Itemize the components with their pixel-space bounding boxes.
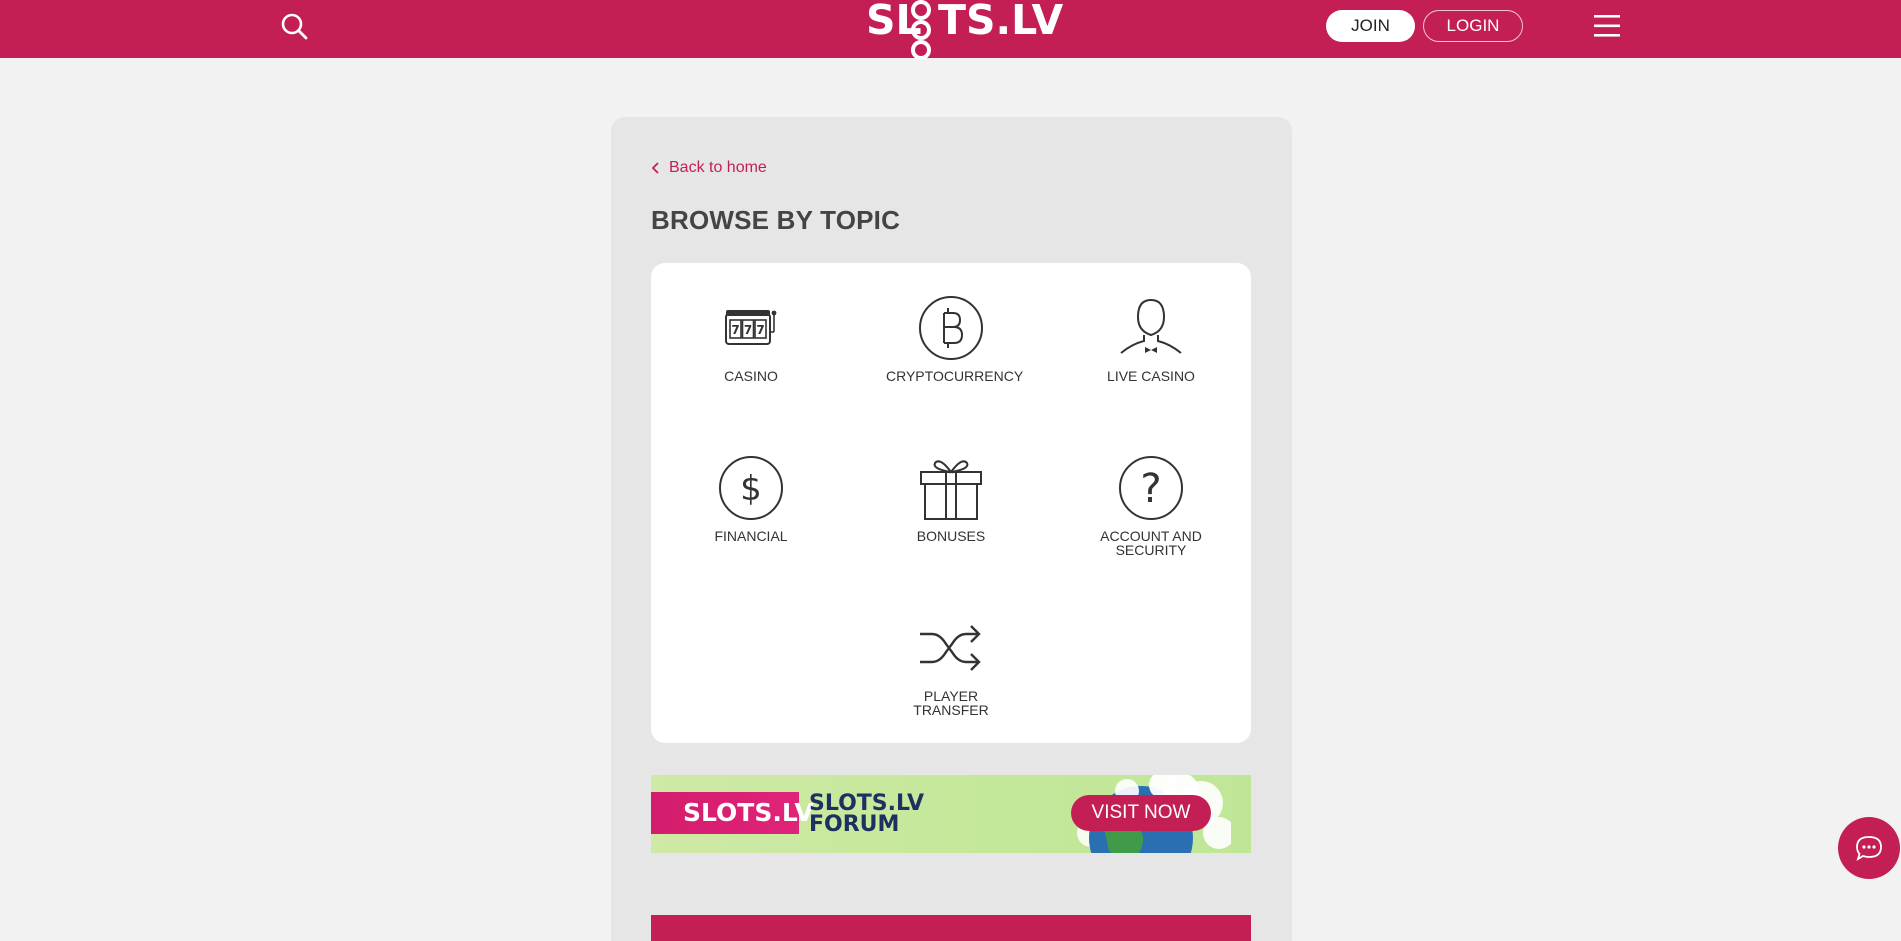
logo-text-right: TS.LV xyxy=(938,0,1064,44)
svg-text:7: 7 xyxy=(744,323,752,337)
topic-player-transfer[interactable]: PLAYER TRANSFER xyxy=(851,583,1051,723)
banner-brand-logo: SLOTS.LV xyxy=(651,792,814,834)
question-icon: ? xyxy=(1119,456,1183,520)
bitcoin-icon xyxy=(919,296,983,360)
menu-button[interactable] xyxy=(1592,12,1622,40)
gift-icon xyxy=(920,460,982,520)
topics-card: 7 7 7 CASINO CRYPTOCURRENCY LIVE CASINO … xyxy=(651,263,1251,743)
topic-live-casino[interactable]: LIVE CASINO xyxy=(1051,263,1251,403)
topic-label: PLAYER TRANSFER xyxy=(913,688,989,718)
banner-forum-line1: SLOTS.LV xyxy=(809,791,925,816)
banner-forum-text: SLOTS.LV FORUM xyxy=(809,791,925,837)
topic-bonuses[interactable]: BONUSES xyxy=(851,423,1051,563)
search-icon xyxy=(281,13,308,40)
topic-cryptocurrency[interactable]: CRYPTOCURRENCY xyxy=(851,263,1051,403)
topic-account-security[interactable]: ? ACCOUNT AND SECURITY xyxy=(1051,423,1251,563)
forum-banner[interactable]: SLOTS.LV SLOTS.LV FORUM VISIT NOW xyxy=(651,775,1251,853)
chat-button[interactable] xyxy=(1838,817,1900,879)
svg-text:?: ? xyxy=(1140,466,1161,512)
help-panel: Back to home BROWSE BY TOPIC 7 7 7 CASIN… xyxy=(611,117,1292,941)
hamburger-menu-icon xyxy=(1594,15,1620,37)
topic-label: BONUSES xyxy=(916,528,986,544)
topic-label: FINANCIAL xyxy=(714,528,788,544)
topic-label: CRYPTOCURRENCY xyxy=(886,368,1024,384)
svg-text:$: $ xyxy=(740,469,762,509)
banner-forum-line2: FORUM xyxy=(809,812,900,837)
page-title: BROWSE BY TOPIC xyxy=(651,205,901,235)
back-to-home-label: Back to home xyxy=(669,159,767,176)
back-to-home-link[interactable]: Back to home xyxy=(651,159,767,177)
join-button[interactable]: JOIN xyxy=(1326,10,1415,42)
topic-casino[interactable]: 7 7 7 CASINO xyxy=(651,263,851,403)
topic-label: CASINO xyxy=(724,368,778,384)
dollar-icon: $ xyxy=(719,456,783,520)
chevron-left-icon xyxy=(651,162,659,174)
chat-bubble-icon xyxy=(1856,836,1882,861)
shuffle-icon xyxy=(920,625,981,671)
footer-bar xyxy=(651,915,1251,941)
dealer-icon xyxy=(1120,298,1182,354)
top-header: SL TS.LV JOIN LOGIN xyxy=(0,0,1901,60)
svg-text:7: 7 xyxy=(756,323,764,337)
login-button[interactable]: LOGIN xyxy=(1423,10,1523,42)
topic-financial[interactable]: $ FINANCIAL xyxy=(651,423,851,563)
topic-label: ACCOUNT AND SECURITY xyxy=(1100,528,1202,558)
logo-rings-icon xyxy=(911,0,931,60)
slot-machine-icon: 7 7 7 xyxy=(725,310,777,345)
topic-label: LIVE CASINO xyxy=(1107,368,1195,384)
svg-text:7: 7 xyxy=(731,323,739,337)
site-logo[interactable]: SL TS.LV xyxy=(866,0,1063,62)
visit-now-button[interactable]: VISIT NOW xyxy=(1071,795,1211,831)
search-button[interactable] xyxy=(280,12,310,42)
